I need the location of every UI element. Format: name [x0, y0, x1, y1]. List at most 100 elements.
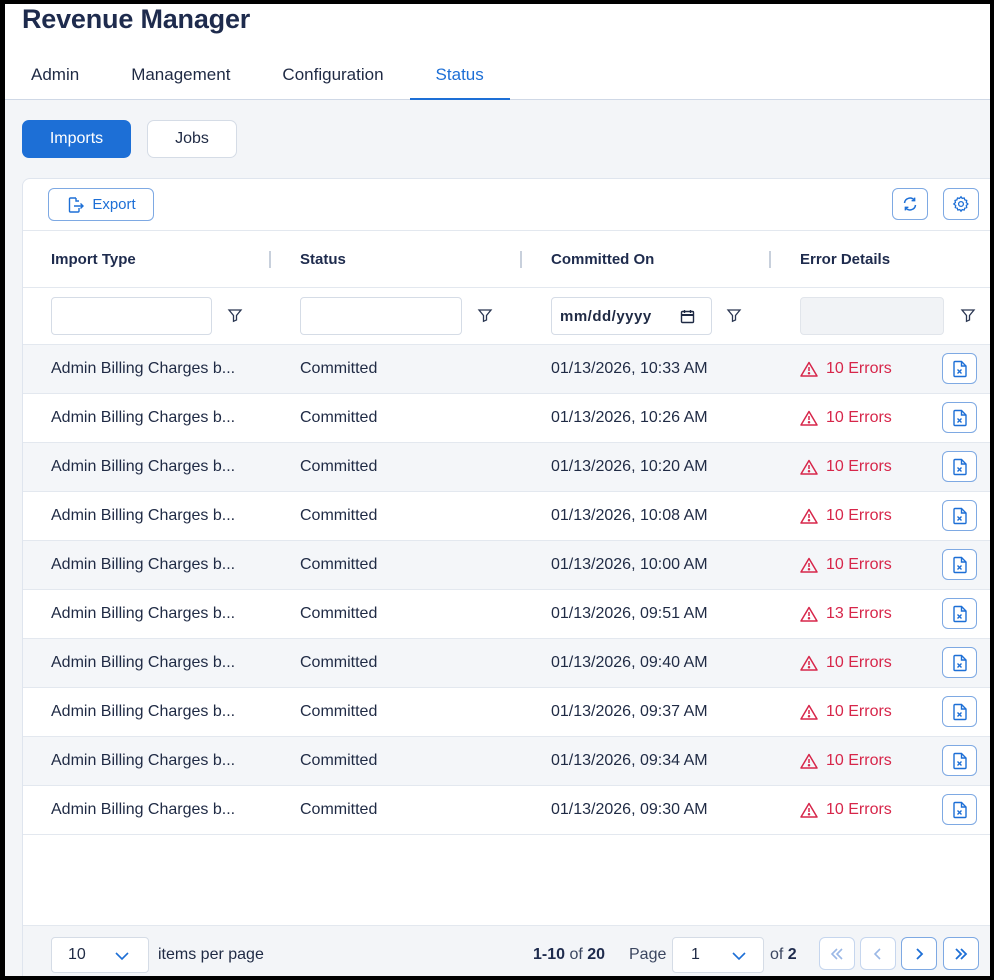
tab-management[interactable]: Management — [105, 56, 256, 100]
cell-error-details[interactable]: 10 Errors — [800, 394, 892, 442]
error-count[interactable]: 10 Errors — [826, 737, 892, 785]
page-label: Page — [629, 946, 667, 963]
cell-error-details[interactable]: 10 Errors — [800, 443, 892, 491]
cell-committed-on: 01/13/2026, 10:20 AM — [551, 458, 708, 475]
table-row[interactable]: Admin Billing Charges b... Committed 01/13… — [23, 737, 990, 786]
subtab-imports[interactable]: Imports — [22, 120, 131, 158]
error-count[interactable]: 10 Errors — [826, 492, 892, 540]
download-errors-button[interactable] — [942, 794, 977, 825]
next-page-button[interactable] — [901, 937, 937, 970]
cell-status: Committed — [300, 360, 378, 377]
tab-configuration[interactable]: Configuration — [256, 56, 409, 100]
error-count[interactable]: 10 Errors — [826, 688, 892, 736]
status-filter-input[interactable] — [300, 297, 462, 335]
page-number-select[interactable]: 1 — [672, 937, 764, 973]
cell-status: Committed — [300, 458, 378, 475]
download-errors-button[interactable] — [942, 451, 977, 482]
table-row[interactable]: Admin Billing Charges b... Committed 01/13… — [23, 492, 990, 541]
header-status[interactable]: Status — [300, 231, 346, 288]
download-errors-button[interactable] — [942, 353, 977, 384]
items-per-page-select[interactable]: 10 — [51, 937, 149, 973]
settings-button[interactable] — [943, 188, 979, 220]
download-errors-button[interactable] — [942, 500, 977, 531]
cell-import-type: Admin Billing Charges b... — [51, 458, 236, 475]
excel-file-icon — [952, 654, 967, 671]
items-per-page-value: 10 — [68, 946, 86, 963]
export-button[interactable]: Export — [48, 188, 154, 221]
cell-import-type: Admin Billing Charges b... — [51, 801, 236, 818]
page-count: of 2 — [770, 937, 797, 973]
cell-error-details[interactable]: 13 Errors — [800, 590, 892, 638]
export-label: Export — [92, 196, 136, 213]
last-page-button[interactable] — [943, 937, 979, 970]
filter-icon[interactable] — [227, 307, 243, 323]
cell-committed-on: 01/13/2026, 10:00 AM — [551, 556, 708, 573]
cell-status: Committed — [300, 801, 378, 818]
chevron-down-icon — [115, 952, 129, 961]
app-title: Revenue Manager — [22, 4, 251, 34]
download-errors-button[interactable] — [942, 549, 977, 580]
excel-file-icon — [952, 605, 967, 622]
cell-error-details[interactable]: 10 Errors — [800, 639, 892, 687]
subtab-jobs[interactable]: Jobs — [147, 120, 237, 158]
table-row[interactable]: Admin Billing Charges b... Committed 01/13… — [23, 639, 990, 688]
download-errors-button[interactable] — [942, 696, 977, 727]
table-row[interactable]: Admin Billing Charges b... Committed 01/13… — [23, 443, 990, 492]
previous-page-button[interactable] — [860, 937, 896, 970]
header-committed-on[interactable]: Committed On — [551, 231, 654, 288]
table-row[interactable]: Admin Billing Charges b... Committed 01/13… — [23, 394, 990, 443]
cell-status: Committed — [300, 752, 378, 769]
filter-icon[interactable] — [960, 307, 976, 323]
cell-error-details[interactable]: 10 Errors — [800, 541, 892, 589]
tab-status[interactable]: Status — [409, 56, 510, 100]
excel-file-icon — [952, 458, 967, 475]
table-row[interactable]: Admin Billing Charges b... Committed 01/13… — [23, 345, 990, 394]
table-row[interactable]: Admin Billing Charges b... Committed 01/13… — [23, 688, 990, 737]
grid-toolbar: Export — [23, 179, 990, 231]
calendar-icon[interactable] — [680, 309, 695, 324]
top-bar: Revenue Manager Admin Management Configu… — [5, 4, 990, 100]
cell-status: Committed — [300, 654, 378, 671]
excel-file-icon — [952, 409, 967, 426]
column-resize-handle[interactable] — [769, 251, 771, 268]
download-errors-button[interactable] — [942, 647, 977, 678]
error-count[interactable]: 10 Errors — [826, 345, 892, 393]
cell-error-details[interactable]: 10 Errors — [800, 688, 892, 736]
table-row[interactable]: Admin Billing Charges b... Committed 01/13… — [23, 541, 990, 590]
tab-admin[interactable]: Admin — [5, 56, 105, 100]
error-count[interactable]: 10 Errors — [826, 786, 892, 834]
table-row[interactable]: Admin Billing Charges b... Committed 01/13… — [23, 590, 990, 639]
refresh-button[interactable] — [892, 188, 928, 220]
warning-icon — [800, 655, 818, 671]
filter-icon[interactable] — [726, 307, 742, 323]
committed-on-date-input[interactable]: mm/dd/yyyy — [551, 297, 712, 335]
excel-file-icon — [952, 507, 967, 524]
cell-error-details[interactable]: 10 Errors — [800, 345, 892, 393]
column-resize-handle[interactable] — [520, 251, 522, 268]
cell-status: Committed — [300, 556, 378, 573]
cell-committed-on: 01/13/2026, 09:37 AM — [551, 703, 708, 720]
import-type-filter-input[interactable] — [51, 297, 212, 335]
column-resize-handle[interactable] — [269, 251, 271, 268]
error-count[interactable]: 13 Errors — [826, 590, 892, 638]
chevron-down-icon — [732, 952, 746, 961]
download-errors-button[interactable] — [942, 598, 977, 629]
error-count[interactable]: 10 Errors — [826, 443, 892, 491]
download-errors-button[interactable] — [942, 402, 977, 433]
first-page-button[interactable] — [819, 937, 855, 970]
cell-error-details[interactable]: 10 Errors — [800, 492, 892, 540]
header-error-details[interactable]: Error Details — [800, 231, 890, 288]
error-count[interactable]: 10 Errors — [826, 394, 892, 442]
cell-error-details[interactable]: 10 Errors — [800, 786, 892, 834]
error-count[interactable]: 10 Errors — [826, 541, 892, 589]
filter-icon[interactable] — [477, 307, 493, 323]
error-count[interactable]: 10 Errors — [826, 639, 892, 687]
cell-import-type: Admin Billing Charges b... — [51, 409, 236, 426]
chevron-left-icon — [873, 947, 881, 960]
cell-error-details[interactable]: 10 Errors — [800, 737, 892, 785]
range-value: 1-10 — [533, 946, 566, 963]
gear-icon — [952, 195, 969, 213]
header-import-type[interactable]: Import Type — [51, 231, 136, 288]
download-errors-button[interactable] — [942, 745, 977, 776]
table-row[interactable]: Admin Billing Charges b... Committed 01/13… — [23, 786, 990, 835]
